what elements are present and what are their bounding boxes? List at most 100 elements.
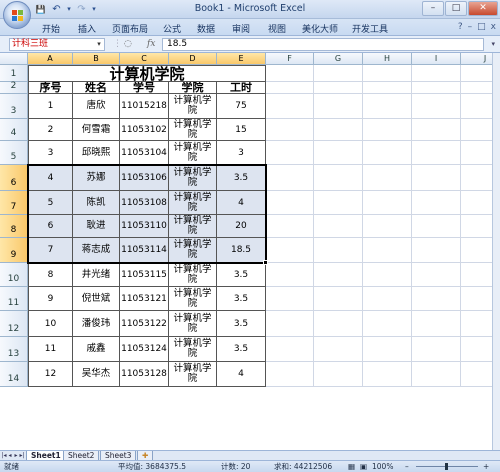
minimize-button[interactable]: – bbox=[422, 1, 444, 16]
header-cell[interactable]: 序号 bbox=[28, 82, 73, 94]
tab-home[interactable]: 开始 bbox=[42, 22, 60, 35]
cell-h5[interactable] bbox=[363, 141, 412, 165]
cell-g4[interactable] bbox=[314, 119, 363, 141]
data-cell-id[interactable]: 11053104 bbox=[120, 141, 169, 165]
data-cell-id[interactable]: 11053114 bbox=[120, 238, 169, 263]
cell-i6[interactable] bbox=[412, 165, 461, 191]
data-cell-hours[interactable]: 75 bbox=[217, 94, 266, 119]
cell-h6[interactable] bbox=[363, 165, 412, 191]
cell-h13[interactable] bbox=[363, 337, 412, 362]
cell-h9[interactable] bbox=[363, 238, 412, 263]
data-cell-name[interactable]: 陈凯 bbox=[73, 191, 120, 215]
cell-g1[interactable] bbox=[314, 65, 363, 82]
data-cell-name[interactable]: 倪世斌 bbox=[73, 287, 120, 311]
data-cell-hours[interactable]: 4 bbox=[217, 362, 266, 387]
select-all-corner[interactable] bbox=[0, 53, 28, 65]
data-cell-no[interactable]: 8 bbox=[28, 263, 73, 287]
workbook-restore-button[interactable]: □ bbox=[477, 22, 486, 32]
row-header-13[interactable]: 13 bbox=[0, 337, 28, 362]
name-box-dropdown-icon[interactable]: ▾ bbox=[95, 40, 103, 49]
column-header-b[interactable]: B bbox=[73, 53, 120, 65]
worksheet-grid[interactable]: A B C D E F G H I J 1 2 3 4 5 6 7 8 9 10 11 12 13 14 计算机学院 序号 姓名 学号… bbox=[0, 53, 500, 450]
name-box[interactable]: 计科三班 ▾ bbox=[9, 38, 105, 51]
data-cell-id[interactable]: 11053110 bbox=[120, 215, 169, 238]
cell-f3[interactable] bbox=[266, 94, 314, 119]
data-cell-no[interactable]: 11 bbox=[28, 337, 73, 362]
header-cell[interactable]: 学院 bbox=[169, 82, 217, 94]
cell-i1[interactable] bbox=[412, 65, 461, 82]
tab-formulas[interactable]: 公式 bbox=[163, 22, 181, 35]
cell-i14[interactable] bbox=[412, 362, 461, 387]
row-header-11[interactable]: 11 bbox=[0, 287, 28, 311]
cell-f11[interactable] bbox=[266, 287, 314, 311]
data-cell-no[interactable]: 12 bbox=[28, 362, 73, 387]
cell-g10[interactable] bbox=[314, 263, 363, 287]
tab-page-layout[interactable]: 页面布局 bbox=[112, 22, 148, 35]
cell-i8[interactable] bbox=[412, 215, 461, 238]
tab-insert[interactable]: 插入 bbox=[78, 22, 96, 35]
data-cell-college[interactable]: 计算机学院 bbox=[169, 311, 217, 337]
data-cell-hours[interactable]: 3.5 bbox=[217, 263, 266, 287]
data-cell-id[interactable]: 11053102 bbox=[120, 119, 169, 141]
cell-g11[interactable] bbox=[314, 287, 363, 311]
zoom-percent[interactable]: 100% bbox=[372, 461, 393, 472]
cell-h14[interactable] bbox=[363, 362, 412, 387]
data-cell-college[interactable]: 计算机学院 bbox=[169, 287, 217, 311]
row-header-12[interactable]: 12 bbox=[0, 311, 28, 337]
cell-h3[interactable] bbox=[363, 94, 412, 119]
merged-title-cell[interactable]: 计算机学院 bbox=[28, 65, 266, 82]
data-cell-name[interactable]: 何雪霜 bbox=[73, 119, 120, 141]
column-header-i[interactable]: I bbox=[412, 53, 461, 65]
cell-h11[interactable] bbox=[363, 287, 412, 311]
data-cell-no[interactable]: 6 bbox=[28, 215, 73, 238]
data-cell-id[interactable]: 11053108 bbox=[120, 191, 169, 215]
data-cell-name[interactable]: 吴华杰 bbox=[73, 362, 120, 387]
data-cell-no[interactable]: 10 bbox=[28, 311, 73, 337]
cell-h12[interactable] bbox=[363, 311, 412, 337]
office-button[interactable] bbox=[3, 1, 31, 29]
help-icon[interactable]: ? bbox=[458, 22, 463, 32]
data-cell-college[interactable]: 计算机学院 bbox=[169, 362, 217, 387]
data-cell-id[interactable]: 11053115 bbox=[120, 263, 169, 287]
data-cell-name[interactable]: 戚鑫 bbox=[73, 337, 120, 362]
tab-beautify-master[interactable]: 美化大师 bbox=[302, 22, 338, 35]
close-button[interactable]: ✕ bbox=[468, 1, 498, 16]
cell-f8[interactable] bbox=[266, 215, 314, 238]
data-cell-name[interactable]: 唐欣 bbox=[73, 94, 120, 119]
cell-f2[interactable] bbox=[266, 82, 314, 94]
data-cell-hours[interactable]: 3.5 bbox=[217, 337, 266, 362]
zoom-in-button[interactable]: + bbox=[483, 461, 489, 472]
cell-i13[interactable] bbox=[412, 337, 461, 362]
column-header-g[interactable]: G bbox=[314, 53, 363, 65]
tab-data[interactable]: 数据 bbox=[197, 22, 215, 35]
cell-f14[interactable] bbox=[266, 362, 314, 387]
row-header-8[interactable]: 8 bbox=[0, 215, 28, 238]
cell-f10[interactable] bbox=[266, 263, 314, 287]
data-cell-name[interactable]: 苏娜 bbox=[73, 165, 120, 191]
data-cell-college[interactable]: 计算机学院 bbox=[169, 94, 217, 119]
row-header-7[interactable]: 7 bbox=[0, 191, 28, 215]
vertical-scrollbar[interactable] bbox=[492, 53, 500, 450]
cell-f13[interactable] bbox=[266, 337, 314, 362]
cell-i11[interactable] bbox=[412, 287, 461, 311]
data-cell-hours[interactable]: 18.5 bbox=[217, 238, 266, 263]
cell-i12[interactable] bbox=[412, 311, 461, 337]
cell-i9[interactable] bbox=[412, 238, 461, 263]
data-cell-name[interactable]: 耿进 bbox=[73, 215, 120, 238]
column-header-e[interactable]: E bbox=[217, 53, 266, 65]
row-header-4[interactable]: 4 bbox=[0, 119, 28, 141]
column-header-c[interactable]: C bbox=[120, 53, 169, 65]
cell-i3[interactable] bbox=[412, 94, 461, 119]
data-cell-hours[interactable]: 20 bbox=[217, 215, 266, 238]
workbook-close-button[interactable]: x bbox=[491, 22, 496, 32]
row-header-10[interactable]: 10 bbox=[0, 263, 28, 287]
cell-h10[interactable] bbox=[363, 263, 412, 287]
row-header-6[interactable]: 6 bbox=[0, 165, 28, 191]
data-cell-no[interactable]: 9 bbox=[28, 287, 73, 311]
formula-bar-resize-handle[interactable]: ⋮ bbox=[113, 39, 122, 49]
data-cell-hours[interactable]: 3.5 bbox=[217, 165, 266, 191]
data-cell-hours[interactable]: 3 bbox=[217, 141, 266, 165]
cell-f5[interactable] bbox=[266, 141, 314, 165]
row-header-3[interactable]: 3 bbox=[0, 94, 28, 119]
data-cell-id[interactable]: 11053106 bbox=[120, 165, 169, 191]
